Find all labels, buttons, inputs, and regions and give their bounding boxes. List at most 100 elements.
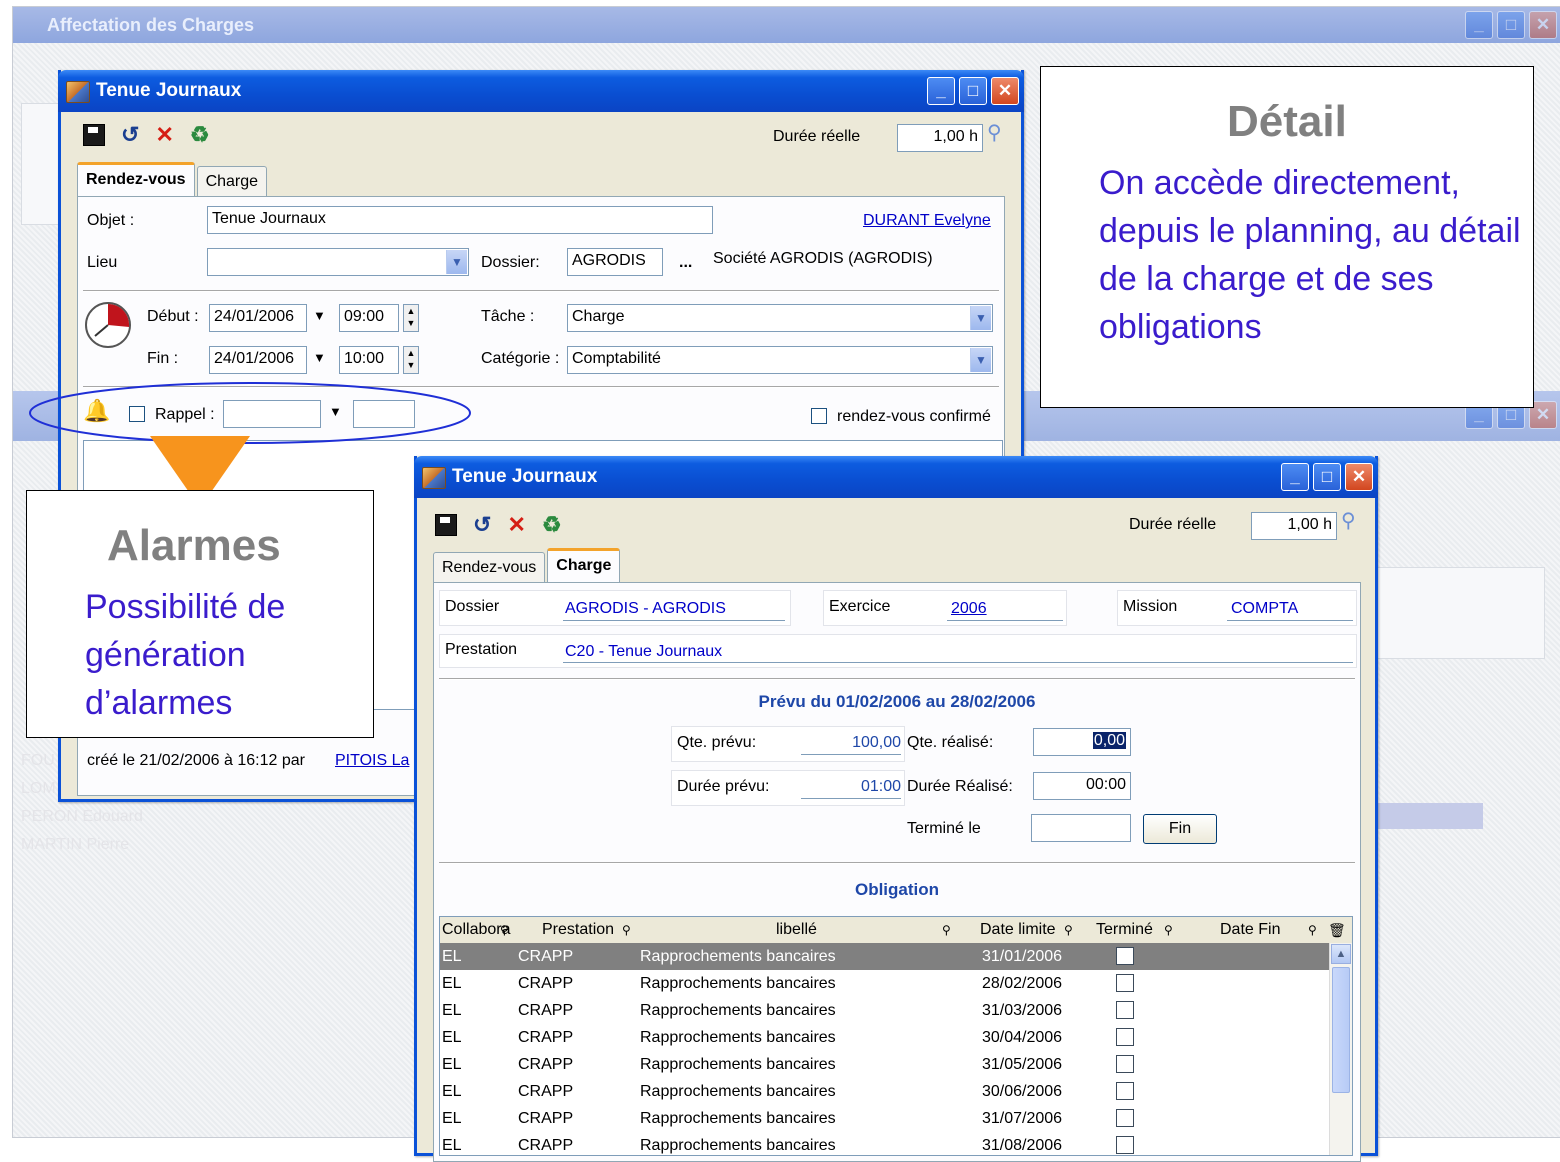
close-icon[interactable]: ✕ [1529, 11, 1557, 39]
dossier-label: Dossier [445, 598, 500, 615]
qte-realise-label: Qte. réalisé: [907, 734, 994, 751]
tache-combo[interactable]: Charge ▼ [567, 304, 993, 332]
termine-checkbox[interactable] [1116, 974, 1134, 992]
recycle-icon[interactable]: ♻ [542, 512, 562, 538]
objet-field[interactable]: Tenue Journaux [207, 206, 713, 234]
dossier-description: Société AGRODIS (AGRODIS) [713, 250, 933, 267]
save-icon[interactable] [83, 124, 105, 146]
undo-icon[interactable]: ↺ [473, 512, 491, 538]
categorie-combo[interactable]: Comptabilité ▼ [567, 346, 993, 374]
undo-icon[interactable]: ↺ [121, 122, 139, 148]
fin-label: Fin : [147, 350, 179, 367]
trash-icon[interactable]: 🗑 [1328, 917, 1346, 943]
fin-button[interactable]: Fin [1143, 814, 1217, 844]
minimize-icon[interactable]: _ [1465, 11, 1493, 39]
chevron-down-icon[interactable]: ▼ [970, 348, 991, 372]
clock-icon [85, 302, 131, 348]
magnifier-icon[interactable]: ⚲ [987, 120, 1002, 145]
close-icon[interactable]: ✕ [991, 77, 1019, 105]
confirme-checkbox[interactable] [811, 408, 827, 424]
termine-checkbox[interactable] [1116, 1055, 1134, 1073]
maximize-icon[interactable]: □ [959, 77, 987, 105]
lieu-combo[interactable]: ▼ [207, 248, 469, 276]
duree-reelle-field[interactable]: 1,00 h [897, 124, 983, 152]
dossier-value[interactable]: AGRODIS - AGRODIS [565, 600, 726, 618]
delete-icon[interactable]: ✕ [155, 122, 173, 148]
table-row[interactable]: EL CRAPP Rapprochements bancaires 30/06/… [440, 1078, 1330, 1105]
table-row[interactable]: EL CRAPP Rapprochements bancaires 31/07/… [440, 1105, 1330, 1132]
termine-checkbox[interactable] [1116, 1001, 1134, 1019]
prestation-value[interactable]: C20 - Tenue Journaux [565, 643, 722, 661]
termine-date-field[interactable] [1031, 814, 1131, 842]
magnifier-icon[interactable]: ⚲ [1341, 508, 1356, 533]
confirme-label: rendez-vous confirmé [837, 408, 991, 425]
maximize-icon[interactable]: □ [1497, 11, 1525, 39]
fin-date-field[interactable]: 24/01/2006 [209, 346, 307, 374]
tab-bar: Rendez-vous Charge [77, 162, 269, 199]
debut-date-field[interactable]: 24/01/2006 [209, 304, 307, 332]
table-row[interactable]: EL CRAPP Rapprochements bancaires 31/03/… [440, 997, 1330, 1024]
search-icon[interactable]: ⚲ [1308, 917, 1317, 943]
exercice-label: Exercice [829, 598, 891, 615]
qte-realise-field[interactable]: 0,00 [1033, 728, 1131, 756]
fin-date-dropdown-icon[interactable]: ▼ [313, 350, 326, 365]
owner-link[interactable]: DURANT Evelyne [863, 212, 991, 230]
column-header-prestation[interactable]: Prestation [542, 917, 614, 943]
termine-checkbox[interactable] [1116, 1136, 1134, 1154]
table-scrollbar[interactable]: ▲ [1329, 943, 1352, 1155]
search-icon[interactable]: ⚲ [500, 917, 509, 943]
duree-prevu-value: 01:00 [860, 778, 901, 795]
table-row[interactable]: EL CRAPP Rapprochements bancaires 31/08/… [440, 1132, 1330, 1155]
maximize-icon[interactable]: □ [1313, 463, 1341, 491]
minimize-icon[interactable]: _ [927, 77, 955, 105]
column-header-date-fin[interactable]: Date Fin [1220, 917, 1280, 943]
termine-checkbox[interactable] [1116, 1109, 1134, 1127]
underline [801, 754, 901, 755]
close-icon[interactable]: ✕ [1345, 463, 1373, 491]
termine-checkbox[interactable] [1116, 1028, 1134, 1046]
underline [801, 798, 901, 799]
column-header-libelle[interactable]: libellé [776, 917, 817, 943]
search-icon[interactable]: ⚲ [622, 917, 631, 943]
dossier-field[interactable]: AGRODIS [567, 248, 663, 276]
column-header-termine[interactable]: Terminé [1096, 917, 1153, 943]
tab-charge[interactable]: Charge [196, 166, 268, 197]
chevron-down-icon[interactable]: ▼ [446, 250, 467, 274]
table-row[interactable]: EL CRAPP Rapprochements bancaires 28/02/… [440, 970, 1330, 997]
duree-realise-field[interactable]: 00:00 [1033, 772, 1131, 800]
termine-checkbox[interactable] [1116, 947, 1134, 965]
termine-checkbox[interactable] [1116, 1082, 1134, 1100]
table-row[interactable]: EL CRAPP Rapprochements bancaires 31/05/… [440, 1051, 1330, 1078]
tab-rendez-vous[interactable]: Rendez-vous [433, 552, 546, 583]
search-icon[interactable]: ⚲ [942, 917, 951, 943]
underline [947, 620, 1063, 621]
prevu-heading: Prévu du 01/02/2006 au 28/02/2006 [758, 692, 1036, 711]
tab-charge[interactable]: Charge [547, 548, 621, 585]
debut-time-spinner[interactable]: ▲ ▼ [403, 304, 419, 332]
mission-value[interactable]: COMPTA [1231, 600, 1298, 618]
table-row[interactable]: EL CRAPP Rapprochements bancaires 30/04/… [440, 1024, 1330, 1051]
save-icon[interactable] [435, 514, 457, 536]
fin-time-field[interactable]: 10:00 [339, 346, 399, 374]
minimize-icon[interactable]: _ [1281, 463, 1309, 491]
search-icon[interactable]: ⚲ [1064, 917, 1073, 943]
chevron-down-icon[interactable]: ▼ [970, 306, 991, 330]
fin-time-spinner[interactable]: ▲ ▼ [403, 346, 419, 374]
delete-icon[interactable]: ✕ [507, 512, 525, 538]
scroll-up-icon[interactable]: ▲ [1331, 944, 1351, 964]
scrollbar-thumb[interactable] [1332, 967, 1350, 1093]
debut-date-dropdown-icon[interactable]: ▼ [313, 308, 326, 323]
background-checkbox-column [21, 103, 63, 225]
author-link[interactable]: PITOIS La [335, 752, 409, 770]
divider [439, 862, 1355, 864]
column-header-date-limite[interactable]: Date limite [980, 917, 1056, 943]
recycle-icon[interactable]: ♻ [190, 122, 210, 148]
table-row[interactable]: EL CRAPP Rapprochements bancaires 31/01/… [440, 943, 1330, 970]
duree-reelle-field[interactable]: 1,00 h [1251, 512, 1337, 540]
exercice-value[interactable]: 2006 [951, 600, 987, 618]
dossier-browse-button[interactable]: ... [679, 254, 692, 272]
tab-rendez-vous[interactable]: Rendez-vous [77, 162, 195, 199]
debut-time-field[interactable]: 09:00 [339, 304, 399, 332]
app-icon [422, 467, 446, 489]
search-icon[interactable]: ⚲ [1164, 917, 1173, 943]
